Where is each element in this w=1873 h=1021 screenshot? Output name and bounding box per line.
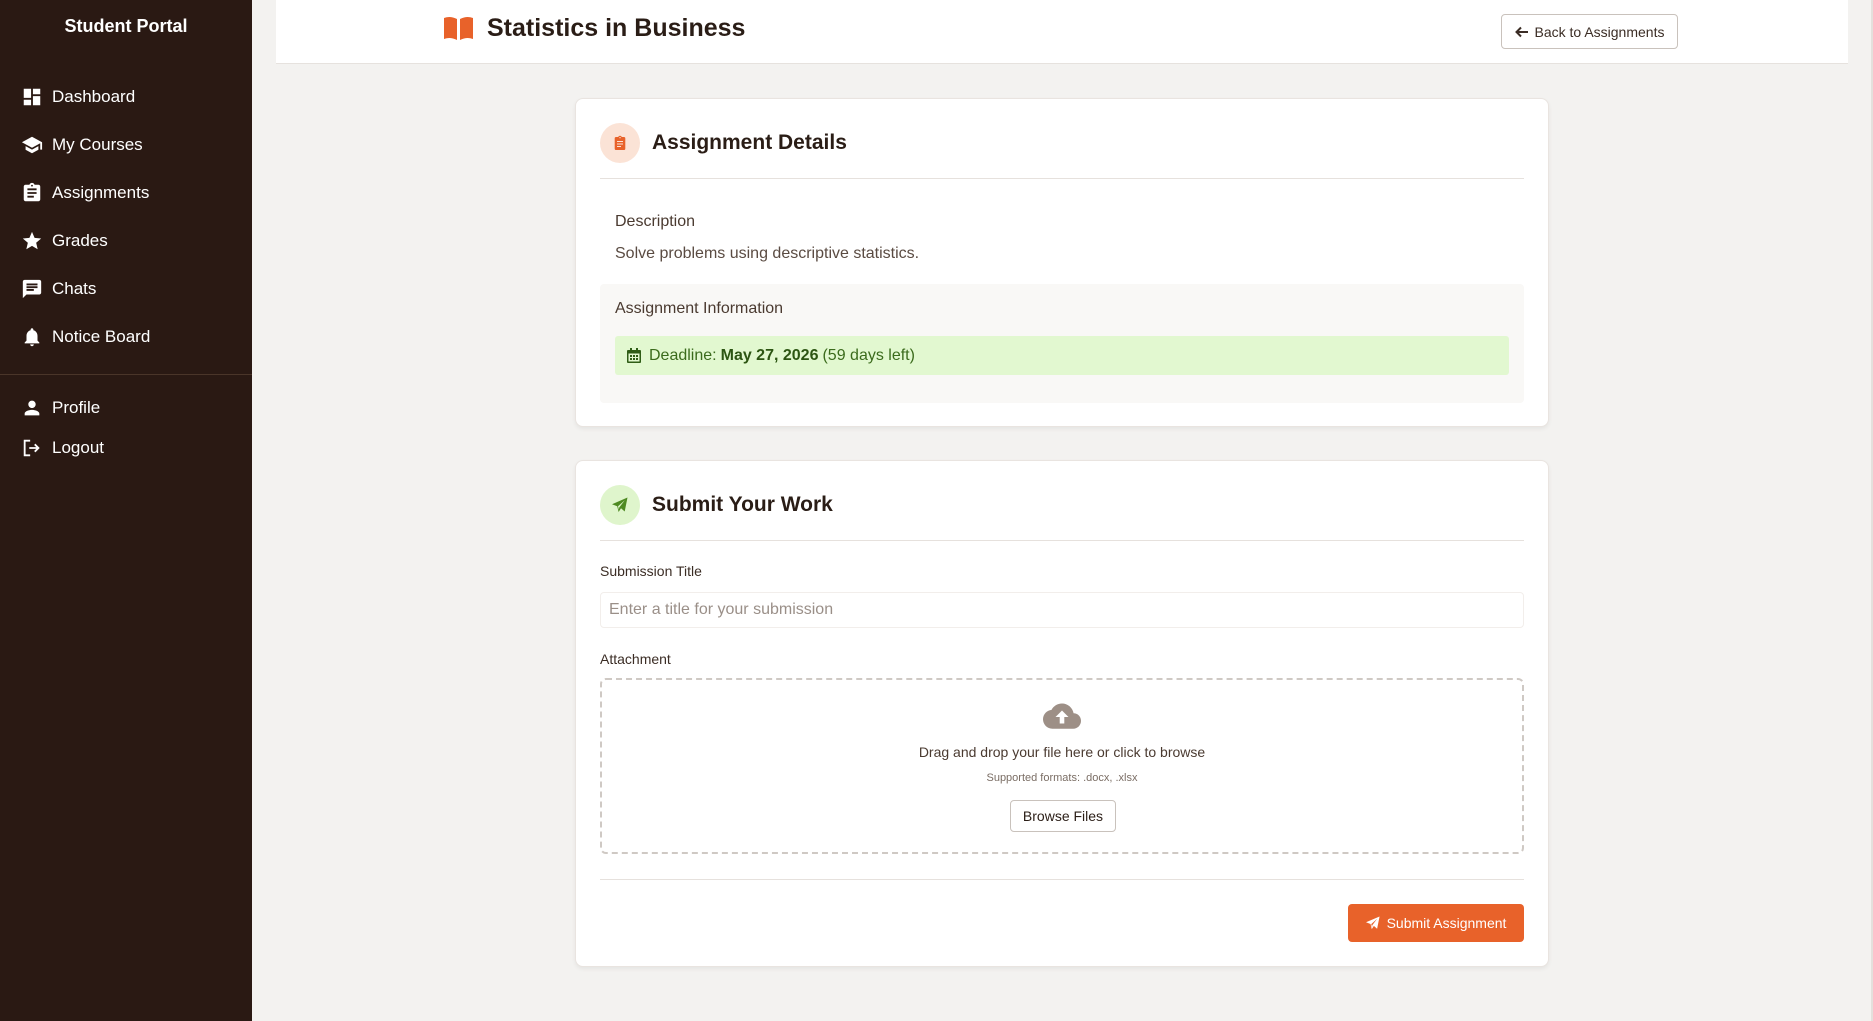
sidebar: Student Portal Dashboard My Courses Assi… [0, 0, 252, 1021]
supported-formats: Supported formats: .docx, .xlsx [986, 772, 1138, 784]
top-header: Statistics in Business Back to Assignmen… [276, 0, 1848, 64]
person-icon [24, 400, 40, 416]
logout-icon [23, 439, 40, 457]
sidebar-divider [0, 374, 252, 375]
paper-plane-icon [600, 485, 640, 525]
back-to-assignments-button[interactable]: Back to Assignments [1501, 14, 1678, 49]
clipboard-icon [600, 123, 640, 163]
sidebar-item-label: Profile [52, 398, 101, 417]
submit-card-title: Submit Your Work [652, 493, 833, 516]
brand-title: Student Portal [64, 15, 188, 36]
description-label: Description [615, 213, 696, 230]
browse-files-button[interactable]: Browse Files [1010, 800, 1116, 832]
assignment-info-box: Assignment Information Deadline: May 27,… [600, 284, 1524, 403]
deadline-banner: Deadline: May 27, 2026 (59 days left) [615, 336, 1509, 375]
sidebar-item-profile[interactable]: Profile [0, 388, 252, 428]
deadline-date: May 27, 2026 [720, 346, 819, 364]
submit-work-card: Submit Your Work Submission Title Attach… [575, 460, 1549, 967]
sidebar-item-label: Logout [52, 438, 104, 457]
details-card-title: Assignment Details [652, 131, 847, 154]
sidebar-item-notice-board[interactable]: Notice Board [0, 313, 252, 361]
book-icon [444, 16, 473, 40]
details-card-header: Assignment Details [600, 123, 1524, 179]
submit-button-label: Submit Assignment [1386, 915, 1507, 931]
attachment-label: Attachment [600, 651, 671, 667]
cloud-upload-icon [1043, 703, 1081, 729]
deadline-prefix: Deadline: [649, 346, 717, 364]
back-button-label: Back to Assignments [1534, 23, 1665, 40]
submit-card-header: Submit Your Work [600, 485, 1524, 541]
bell-icon [24, 328, 40, 347]
submission-title-input[interactable] [600, 592, 1524, 628]
sidebar-item-label: Chats [52, 279, 97, 298]
assignment-details-card: Assignment Details Description Solve pro… [575, 98, 1549, 427]
sidebar-item-my-courses[interactable]: My Courses [0, 121, 252, 169]
sidebar-item-label: Assignments [52, 183, 150, 202]
paper-plane-icon [1365, 916, 1380, 930]
sidebar-item-label: Dashboard [52, 87, 136, 106]
main-nav: Dashboard My Courses Assignments Grades … [0, 52, 252, 361]
deadline-remaining: (59 days left) [822, 346, 915, 364]
sidebar-item-grades[interactable]: Grades [0, 217, 252, 265]
sidebar-item-label: My Courses [52, 135, 143, 154]
chat-icon [22, 279, 42, 299]
graduation-cap-icon [21, 136, 43, 154]
sidebar-item-chats[interactable]: Chats [0, 265, 252, 313]
sidebar-item-label: Notice Board [52, 327, 151, 346]
sidebar-item-assignments[interactable]: Assignments [0, 169, 252, 217]
calendar-icon [627, 348, 641, 363]
page-title: Statistics in Business [487, 14, 746, 42]
submission-title-label: Submission Title [600, 563, 702, 579]
submit-assignment-button[interactable]: Submit Assignment [1348, 904, 1524, 942]
clipboard-icon [23, 182, 41, 202]
form-divider [600, 879, 1524, 880]
page-heading: Statistics in Business [444, 14, 745, 43]
file-dropzone[interactable]: Drag and drop your file here or click to… [600, 678, 1524, 854]
star-icon [22, 231, 42, 250]
sidebar-item-logout[interactable]: Logout [0, 428, 252, 468]
account-nav: Profile Logout [0, 388, 252, 468]
dropzone-instructions: Drag and drop your file here or click to… [918, 744, 1206, 760]
dashboard-icon [23, 88, 41, 106]
arrow-left-icon [1514, 26, 1528, 37]
sidebar-item-label: Grades [52, 231, 108, 250]
description-text: Solve problems using descriptive statist… [615, 245, 920, 262]
assignment-info-label: Assignment Information [615, 300, 784, 317]
sidebar-item-dashboard[interactable]: Dashboard [0, 73, 252, 121]
